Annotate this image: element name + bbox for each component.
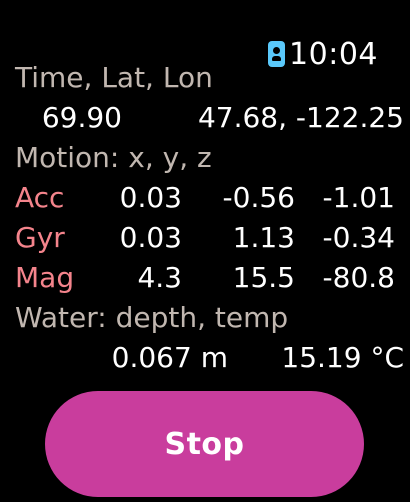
motion-row-label: Acc <box>15 181 65 214</box>
motion-row-mag: Mag 4.3 15.5 -80.8 <box>0 260 410 296</box>
motion-row-label: Mag <box>15 261 75 294</box>
water-temp-value: 15.19 °C <box>281 341 404 374</box>
motion-row-label: Gyr <box>15 221 65 254</box>
stop-button[interactable]: Stop <box>45 391 364 497</box>
motion-z-value: -1.01 <box>322 181 395 214</box>
motion-y-value: 15.5 <box>232 261 295 294</box>
motion-header-label: Motion: x, y, z <box>15 141 212 174</box>
water-values-row: 0.067 m 15.19 °C <box>0 340 410 376</box>
motion-z-value: -80.8 <box>322 261 395 294</box>
motion-x-value: 0.03 <box>119 221 182 254</box>
motion-y-value: 1.13 <box>232 221 295 254</box>
water-depth-value: 0.067 m <box>111 341 228 374</box>
motion-x-value: 4.3 <box>137 261 182 294</box>
latlon-value: 47.68, -122.25 <box>197 101 404 134</box>
water-header: Water: depth, temp <box>0 300 410 336</box>
motion-y-value: -0.56 <box>222 181 295 214</box>
water-header-label: Water: depth, temp <box>15 301 289 334</box>
motion-header: Motion: x, y, z <box>0 140 410 176</box>
location-header: Time, Lat, Lon <box>0 60 410 96</box>
time-value: 69.90 <box>41 101 122 134</box>
location-values-row: 69.90 47.68, -122.25 <box>0 100 410 136</box>
motion-z-value: -0.34 <box>322 221 395 254</box>
location-header-label: Time, Lat, Lon <box>15 61 213 94</box>
motion-x-value: 0.03 <box>119 181 182 214</box>
motion-row-gyr: Gyr 0.03 1.13 -0.34 <box>0 220 410 256</box>
motion-row-acc: Acc 0.03 -0.56 -1.01 <box>0 180 410 216</box>
